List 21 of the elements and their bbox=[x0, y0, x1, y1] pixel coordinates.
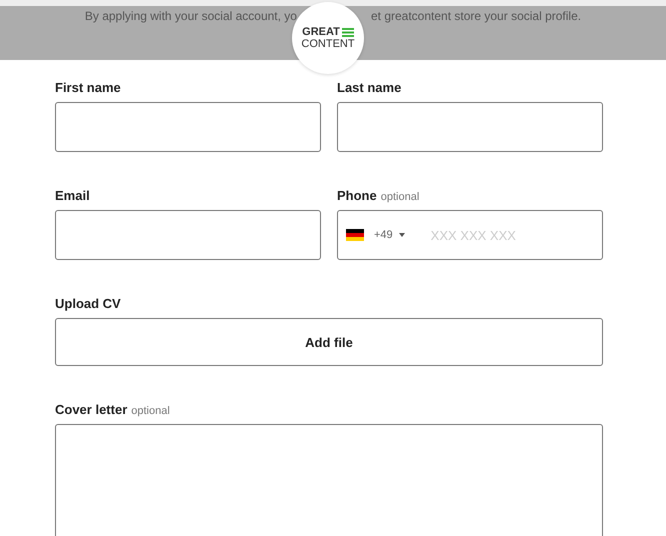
flag-icon bbox=[346, 229, 364, 241]
logo-text: CONTENT bbox=[301, 38, 355, 50]
optional-note: optional bbox=[380, 191, 420, 203]
country-code-dropdown[interactable]: +49 bbox=[374, 229, 405, 241]
input-field[interactable] bbox=[337, 102, 603, 152]
add-file-button[interactable]: Add file bbox=[55, 318, 603, 366]
field-label: Upload CV bbox=[55, 296, 121, 311]
field-label: Cover letter bbox=[55, 402, 128, 417]
field-label: Last name bbox=[337, 80, 402, 95]
input-field[interactable] bbox=[55, 102, 321, 152]
input-field[interactable] bbox=[55, 210, 321, 260]
banner-text: et greatcontent store your social profile. bbox=[370, 9, 582, 23]
logo-text: GREAT bbox=[302, 26, 340, 38]
banner-text: By applying with your social account, yo bbox=[84, 9, 297, 23]
field-label: Email bbox=[55, 188, 90, 203]
lines-icon bbox=[342, 28, 354, 36]
field-label: Phone bbox=[337, 188, 377, 203]
optional-note: optional bbox=[131, 405, 170, 417]
caret-icon bbox=[398, 233, 405, 237]
cover-letter-field[interactable] bbox=[55, 424, 603, 536]
field-label: First name bbox=[55, 80, 121, 95]
